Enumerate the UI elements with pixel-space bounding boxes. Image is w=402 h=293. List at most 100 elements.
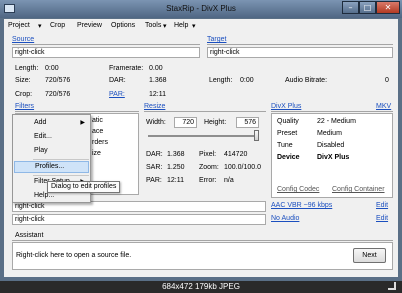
menu-crop[interactable]: Crop [50,22,65,29]
source-dar-value: 1.368 [149,77,167,84]
context-menu-separator [33,159,89,160]
profile-device-value: DivX Plus [317,154,350,161]
resize-width-input[interactable]: 720 [174,117,197,128]
context-menu-item-add[interactable]: Add ▶ [14,117,89,129]
target-file-input[interactable]: right-click [207,47,393,58]
resize-zoom-label: Zoom: [199,164,219,171]
minimize-button[interactable]: – [342,1,359,14]
resize-sar-label: SAR: [146,164,163,171]
assistant-panel[interactable]: Right-click here to open a source file. … [12,242,393,270]
source-dar-label: DAR: [109,77,126,84]
target-divider [207,44,393,45]
menu-options[interactable]: Options [111,22,135,29]
source-title[interactable]: Source [12,36,34,43]
resize-pixel-value: 414720 [224,151,248,158]
source-file-input[interactable]: right-click [12,47,200,58]
submenu-arrow-icon: ▶ [80,120,85,126]
resize-par-value: 12:11 [167,177,184,184]
filter-item[interactable]: rders [92,139,108,146]
menu-project-arrow-icon: ▾ [38,23,42,30]
target-audio-bitrate-value: 0 [385,77,389,84]
audio-track-1-codec-link[interactable]: AAC VBR ~96 kbps [271,202,332,209]
target-length-value: 0:00 [240,77,254,84]
filters-divider [15,111,139,112]
context-menu-item-profiles[interactable]: Profiles... [14,161,89,173]
container-mkv-link[interactable]: MKV [376,103,391,110]
resize-slider-track[interactable] [148,135,258,137]
resize-error-label: Error: [199,177,217,184]
image-caption-bar: 684x472 179kb JPEG [0,281,402,293]
resize-zoom-value: 100.0/100.0 [224,164,261,171]
profiles-tooltip: Dialog to edit profiles [47,181,120,193]
resize-divider [144,111,266,112]
image-caption: 684x472 179kb JPEG [162,282,240,291]
context-menu-item-label: Play [34,147,48,154]
source-length-value: 0:00 [45,65,59,72]
source-par-link[interactable]: PAR: [109,91,125,98]
menu-project[interactable]: Project [8,22,30,29]
title-bar[interactable]: StaxRip - DivX Plus – □ ✕ [0,0,402,18]
context-menu-item-edit[interactable]: Edit... [14,131,89,143]
source-size-value: 720/576 [45,77,71,84]
resize-sar-value: 1.250 [167,164,185,171]
profile-device-label: Device [277,154,300,161]
assistant-divider [12,240,393,241]
filter-item[interactable]: ize [92,150,101,157]
source-crop-label: Crop: [15,91,33,98]
audio-track-1-edit-link[interactable]: Edit [376,202,388,209]
profile-tune-value: Disabled [317,142,345,149]
context-menu-item-label: Profiles... [35,163,65,170]
source-length-label: Length: [15,65,39,72]
config-codec-link[interactable]: Config Codec [277,186,319,193]
assistant-message: Right-click here to open a source file. [16,252,132,259]
profile-panel[interactable]: Quality 22 - Medium Preset Medium Tune D… [271,113,393,198]
filter-item[interactable]: atic [92,117,103,124]
profile-quality-value: 22 - Medium [317,118,356,125]
source-par-value: 12:11 [149,91,166,98]
source-divider [12,44,200,45]
resize-title[interactable]: Resize [144,103,165,110]
resize-dar-value: 1.368 [167,151,185,158]
source-size-label: Size: [15,77,31,84]
profile-preset-value: Medium [317,130,342,137]
resize-height-input[interactable]: 576 [236,117,259,128]
filters-title[interactable]: Filters [15,103,34,110]
app-window: StaxRip - DivX Plus – □ ✕ Project ▾ Crop… [0,0,402,281]
resize-width-label: Width: [146,119,166,126]
menu-tools-arrow-icon: ▾ [163,23,167,30]
context-menu-item-play[interactable]: Play [14,145,89,157]
audio-track-2-input[interactable]: right-click [12,214,266,225]
expand-icon[interactable] [388,282,396,290]
config-container-link[interactable]: Config Container [332,186,385,193]
resize-error-value: n/a [224,177,234,184]
resize-height-label: Height: [204,119,227,126]
profile-tune-label: Tune [277,142,293,149]
menu-preview[interactable]: Preview [77,22,102,29]
source-crop-value: 720/576 [45,91,71,98]
profile-preset-label: Preset [277,130,298,137]
menu-help-arrow-icon: ▾ [192,23,196,30]
resize-pixel-label: Pixel: [199,151,217,158]
target-audio-bitrate-label: Audio Bitrate: [285,77,328,84]
audio-track-2-codec-link[interactable]: No Audio [271,215,299,222]
close-button[interactable]: ✕ [376,1,400,14]
assistant-title: Assistant [15,232,44,239]
menu-tools[interactable]: Tools [145,22,161,29]
target-length-label: Length: [209,77,233,84]
profile-title[interactable]: DivX Plus [271,103,301,110]
target-title[interactable]: Target [207,36,226,43]
resize-slider-thumb[interactable] [254,130,259,141]
profile-divider [271,111,393,112]
context-menu-item-label: Add [34,119,47,126]
next-button[interactable]: Next [353,248,386,263]
menu-help[interactable]: Help [174,22,188,29]
filter-item[interactable]: ace [92,128,103,135]
audio-track-2-edit-link[interactable]: Edit [376,215,388,222]
source-framerate-value: 0.00 [149,65,163,72]
context-menu-item-label: Help... [34,192,55,199]
resize-dar-label: DAR: [146,151,163,158]
menu-bar: Project ▾ Crop Preview Options Tools ▾ H… [4,19,398,33]
maximize-button[interactable]: □ [359,1,376,14]
context-menu-item-label: Edit... [34,133,52,140]
profile-quality-label: Quality [277,118,299,125]
